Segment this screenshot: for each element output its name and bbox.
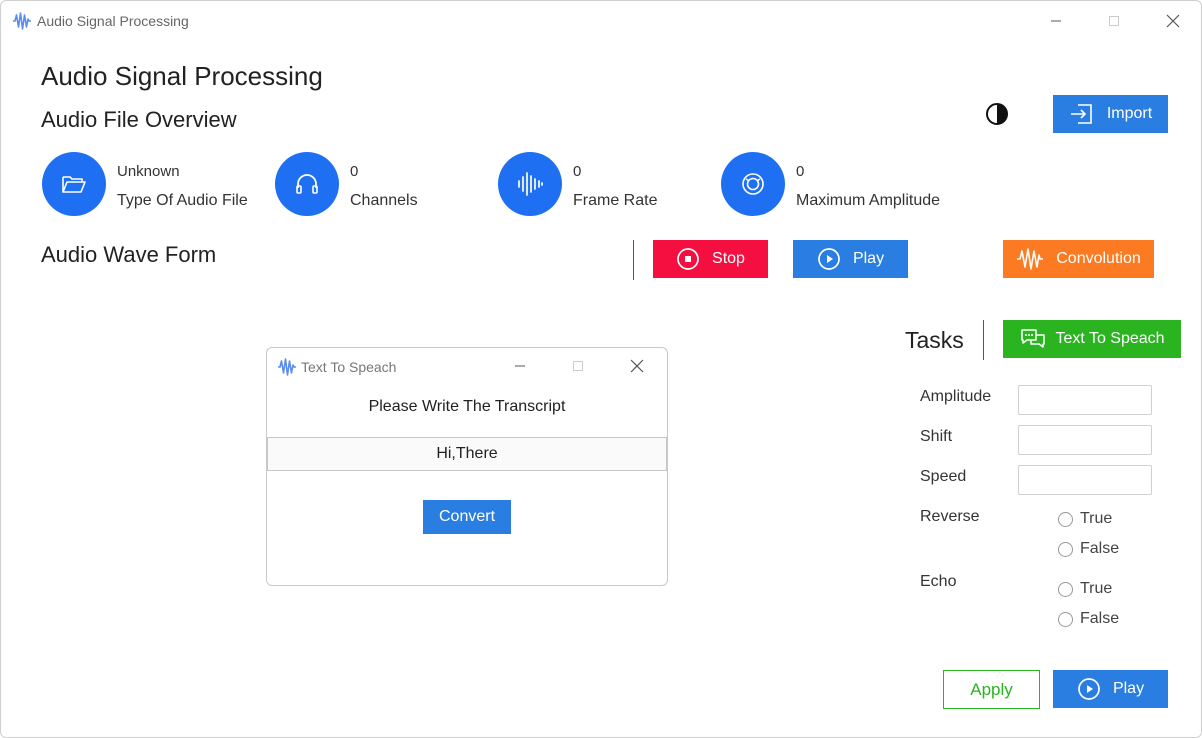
folder-icon: [62, 176, 86, 193]
reverse-false-radio[interactable]: False: [1058, 540, 1119, 558]
reverse-true-radio[interactable]: True: [1058, 510, 1112, 528]
transcript-input[interactable]: Hi,There: [267, 437, 667, 471]
window-title: Audio Signal Processing: [37, 13, 189, 29]
echo-false-radio[interactable]: False: [1058, 610, 1119, 628]
amplitude-badge: [721, 152, 785, 216]
maximize-icon: [1109, 16, 1119, 26]
convolution-button[interactable]: Convolution: [1003, 240, 1154, 278]
import-label: Import: [1106, 105, 1153, 122]
dialog-close-button[interactable]: [622, 352, 652, 380]
import-button[interactable]: Import: [1053, 95, 1168, 133]
tasks-play-button[interactable]: Play: [1053, 670, 1168, 708]
speed-input[interactable]: [1018, 465, 1152, 495]
dialog-prompt: Please Write The Transcript: [368, 398, 566, 415]
title-bar: Audio Signal Processing: [1, 1, 1201, 41]
reverse-true-label: True: [1080, 510, 1113, 527]
waveform-title: Audio Wave Form: [41, 242, 217, 267]
waveform-icon: [1017, 248, 1044, 270]
close-icon: [630, 359, 644, 373]
minimize-icon: [1051, 20, 1061, 22]
echo-true-label: True: [1080, 580, 1113, 597]
headphones-icon: [296, 174, 318, 194]
radio-circle: [1058, 541, 1073, 557]
text-to-speech-button[interactable]: Text To Speach: [1003, 320, 1181, 358]
play-icon: [818, 248, 840, 270]
channels-label: Channels: [350, 192, 418, 209]
echo-label: Echo: [920, 573, 957, 590]
import-icon: [1070, 104, 1092, 124]
file-type-value: Unknown: [117, 163, 180, 180]
apply-label: Apply: [970, 679, 1013, 699]
amplitude-icon: [742, 173, 764, 195]
soundwave-icon: [518, 172, 543, 196]
stop-icon: [677, 248, 699, 270]
close-icon: [1166, 14, 1180, 28]
theme-toggle-icon[interactable]: [985, 102, 1009, 126]
reverse-label: Reverse: [920, 508, 980, 525]
tasks-divider: [983, 320, 984, 360]
text-to-speech-dialog: Text To Speach Please Write The Transcri…: [266, 347, 668, 586]
minimize-icon: [515, 365, 525, 367]
dialog-title: Text To Speach: [301, 359, 397, 375]
stop-label: Stop: [712, 250, 745, 267]
radio-circle: [1058, 511, 1073, 527]
channels-value: 0: [350, 163, 359, 180]
maximize-icon: [573, 361, 583, 371]
reverse-false-label: False: [1080, 540, 1120, 557]
shift-label: Shift: [920, 428, 953, 445]
chat-bubbles-icon: [1021, 329, 1046, 348]
convert-button[interactable]: Convert: [423, 500, 511, 534]
shift-input[interactable]: [1018, 425, 1152, 455]
dialog-minimize-button[interactable]: [505, 352, 535, 380]
app-logo-icon: [278, 358, 296, 376]
apply-button[interactable]: Apply: [943, 670, 1040, 709]
minimize-button[interactable]: [1039, 7, 1073, 35]
tasks-play-label: Play: [1112, 680, 1145, 697]
frame-rate-badge: [498, 152, 562, 216]
radio-circle: [1058, 581, 1073, 597]
convolution-label: Convolution: [1056, 250, 1141, 267]
play-button[interactable]: Play: [793, 240, 908, 278]
max-amplitude-value: 0: [796, 163, 805, 180]
frame-rate-label: Frame Rate: [573, 192, 658, 209]
frame-rate-value: 0: [573, 163, 582, 180]
convert-label: Convert: [438, 508, 496, 525]
overview-title: Audio File Overview: [41, 107, 237, 132]
echo-true-radio[interactable]: True: [1058, 580, 1112, 598]
file-type-badge: [42, 152, 106, 216]
amplitude-input[interactable]: [1018, 385, 1152, 415]
speed-label: Speed: [920, 468, 967, 485]
maximize-button[interactable]: [1097, 7, 1131, 35]
tasks-title: Tasks: [905, 327, 964, 353]
dialog-maximize-button[interactable]: [563, 352, 593, 380]
channels-badge: [275, 152, 339, 216]
page-title: Audio Signal Processing: [41, 61, 323, 91]
radio-circle: [1058, 611, 1073, 627]
max-amplitude-label: Maximum Amplitude: [796, 192, 941, 209]
close-button[interactable]: [1156, 7, 1190, 35]
echo-false-label: False: [1080, 610, 1120, 627]
app-logo-icon: [13, 12, 31, 30]
play-label: Play: [852, 250, 885, 267]
waveform-divider: [633, 240, 634, 280]
file-type-label: Type Of Audio File: [117, 192, 248, 209]
text-to-speech-label: Text To Speach: [1055, 330, 1165, 347]
stop-button[interactable]: Stop: [653, 240, 768, 278]
main-window: Audio Signal Processing Audio Signal Pro…: [0, 0, 1202, 738]
amplitude-label: Amplitude: [920, 388, 992, 405]
play-icon: [1078, 678, 1100, 700]
